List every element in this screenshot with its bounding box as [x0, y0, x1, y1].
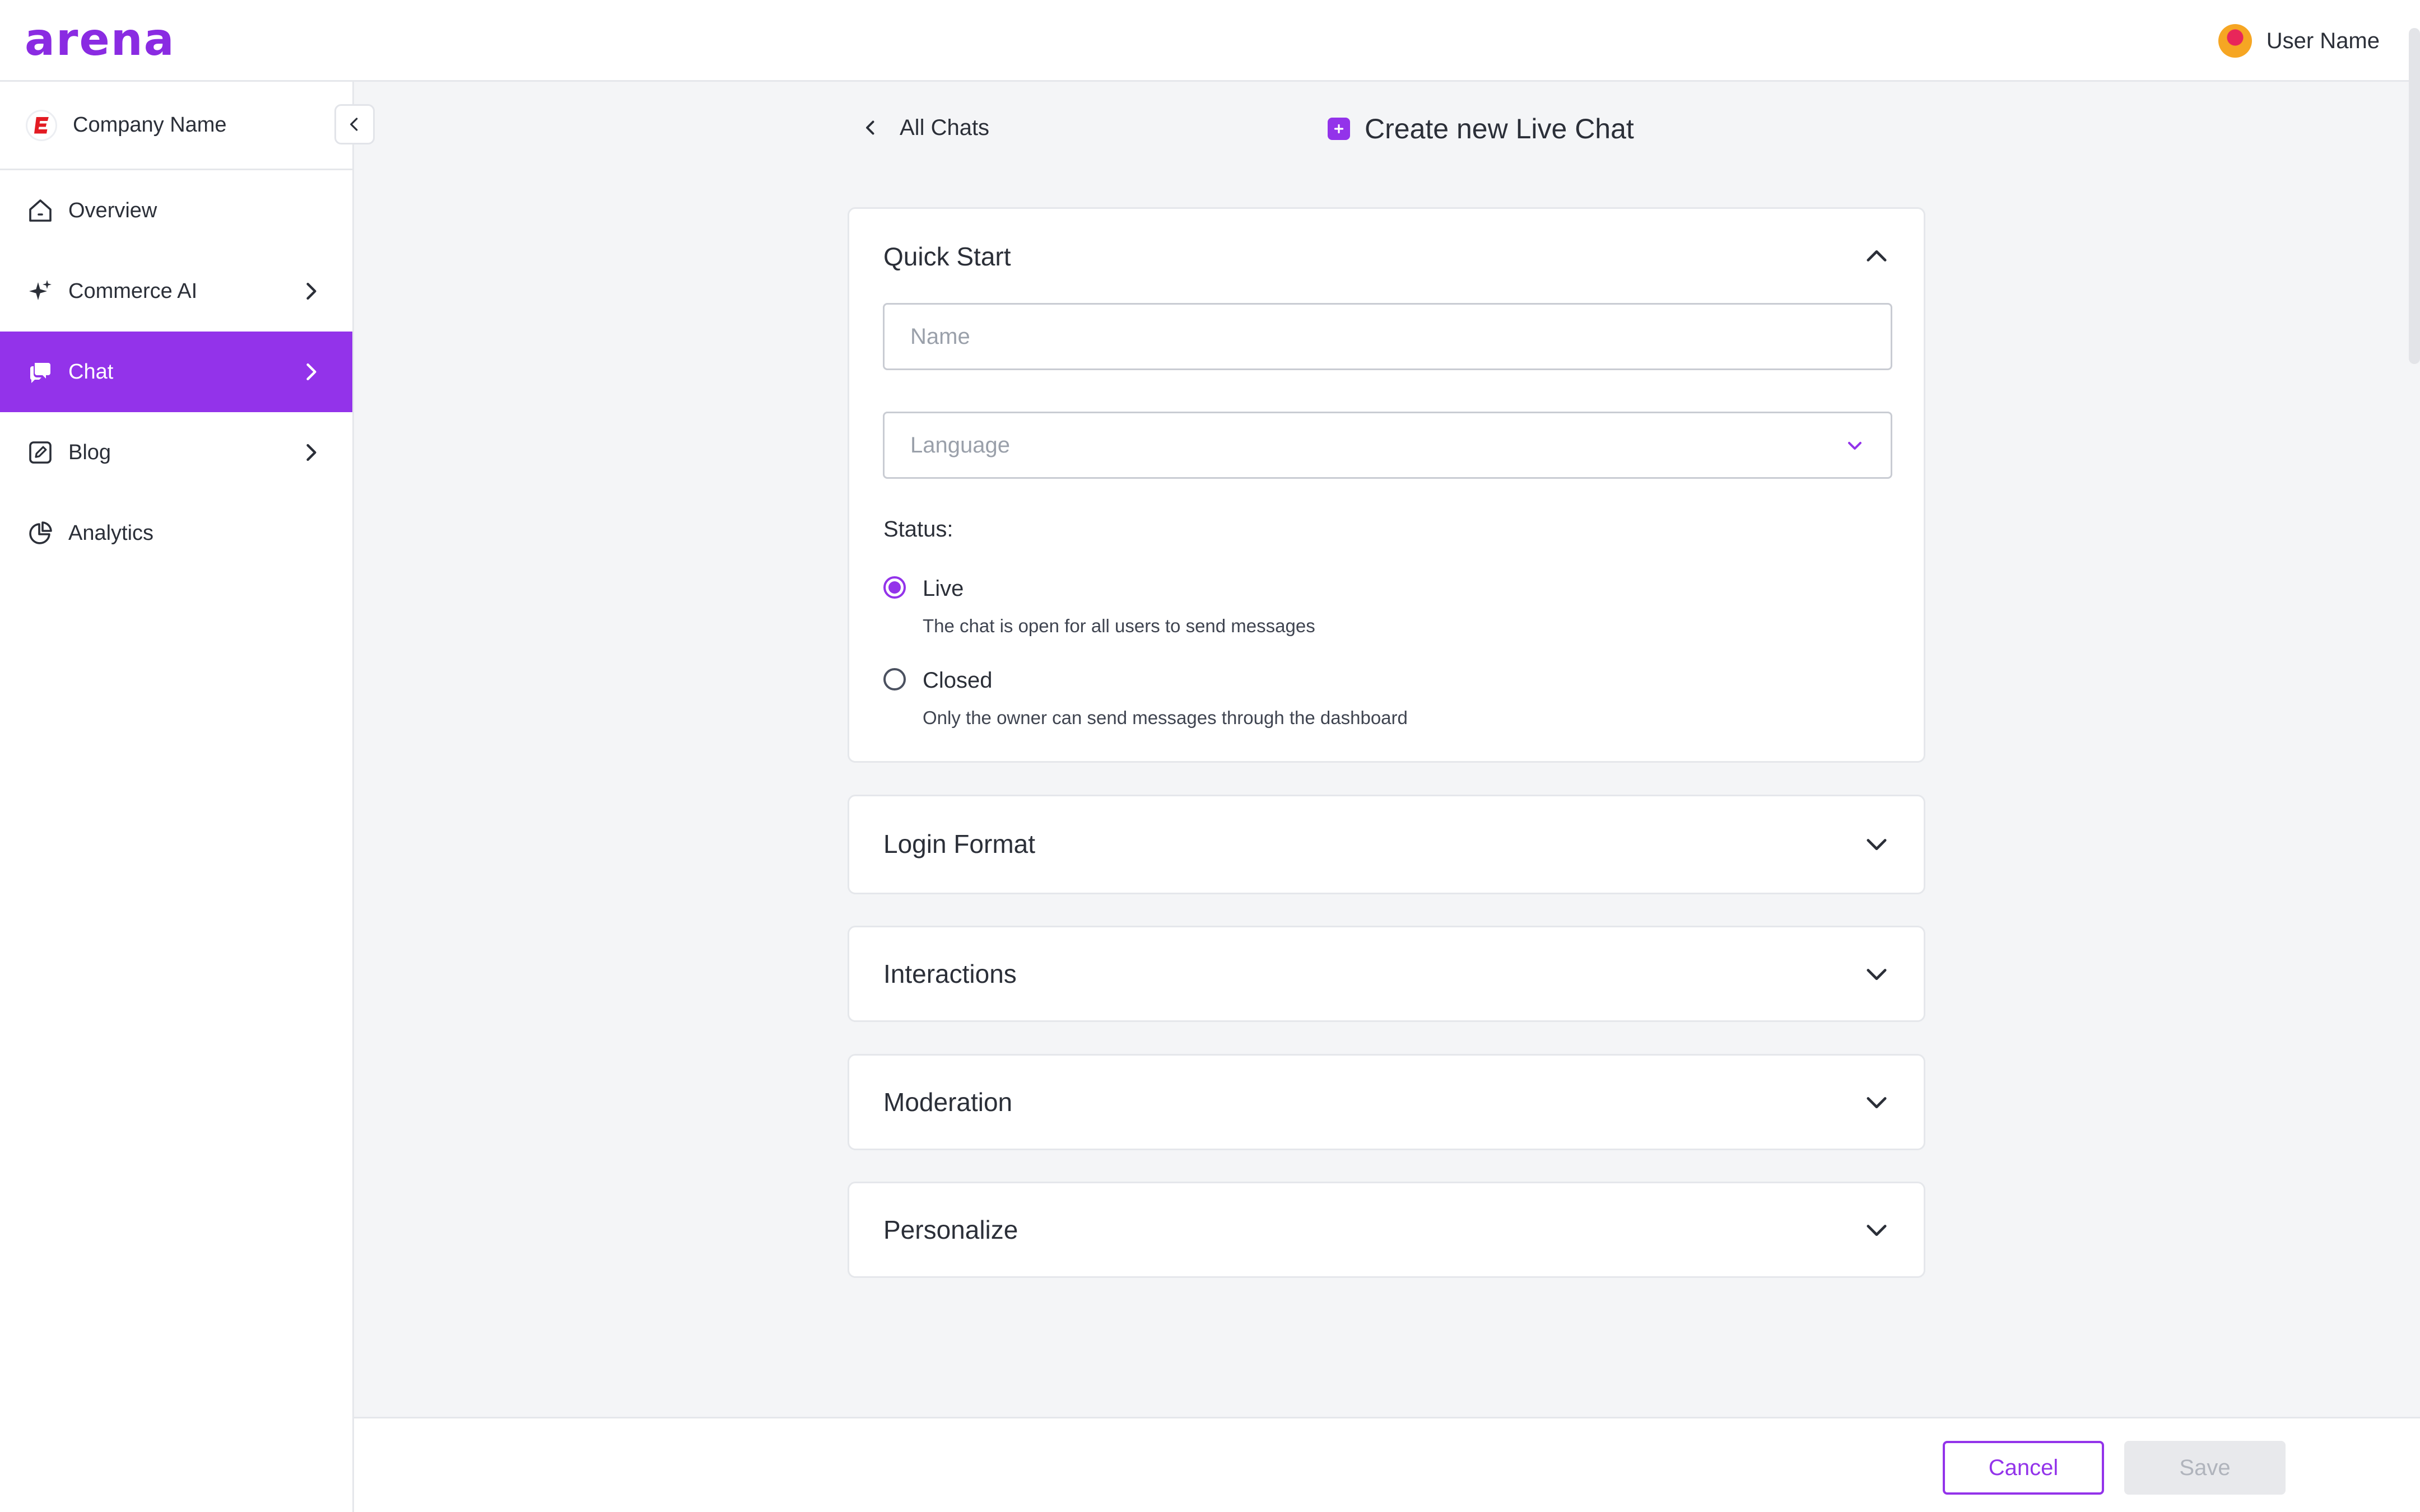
save-button[interactable]: Save	[2124, 1441, 2286, 1495]
page-title: Create new Live Chat	[1365, 113, 1634, 144]
back-to-all-chats-link[interactable]: All Chats	[860, 110, 989, 146]
chevron-right-icon	[306, 363, 317, 381]
sidebar-item-label: Commerce AI	[68, 279, 198, 303]
chevron-right-icon	[306, 282, 317, 300]
sparkle-icon	[26, 277, 55, 306]
option-label: Closed	[923, 668, 993, 693]
interactions-section[interactable]: Interactions	[848, 926, 1925, 1022]
cancel-button[interactable]: Cancel	[1943, 1441, 2104, 1495]
edit-icon	[26, 438, 55, 467]
company-logo-icon	[26, 109, 57, 141]
section-title: Login Format	[883, 829, 1036, 858]
section-title: Interactions	[883, 959, 1017, 988]
sidebar-item-label: Analytics	[68, 521, 154, 545]
collapse-sidebar-button[interactable]	[334, 104, 375, 144]
section-header[interactable]: Login Format	[849, 796, 1924, 892]
chevron-down-icon[interactable]	[1862, 829, 1891, 858]
status-label: Status:	[883, 517, 953, 542]
form-footer: Cancel Save	[354, 1417, 2420, 1512]
section-header[interactable]: Interactions	[849, 927, 1924, 1020]
plus-icon	[1328, 118, 1350, 140]
sidebar-item-blog[interactable]: Blog	[0, 412, 352, 493]
sidebar-item-analytics[interactable]: Analytics	[0, 493, 352, 573]
back-label[interactable]: All Chats	[900, 115, 989, 141]
moderation-section[interactable]: Moderation	[848, 1054, 1925, 1150]
section-header[interactable]: Moderation	[849, 1056, 1924, 1149]
chevron-down-icon[interactable]	[1862, 959, 1891, 988]
quick-start-header[interactable]: Quick Start	[849, 209, 1924, 304]
quick-start-card: Quick Start Language Status: Live The ch…	[848, 207, 1925, 763]
chat-bubbles-icon	[26, 357, 55, 386]
avatar[interactable]	[2218, 24, 2252, 58]
section-title: Personalize	[883, 1215, 1018, 1244]
language-select[interactable]: Language	[883, 412, 1892, 479]
sidebar-item-overview[interactable]: Overview	[0, 170, 352, 251]
chevron-right-icon	[306, 444, 317, 461]
page-title-row: Create new Live Chat	[1328, 109, 1634, 149]
sidebar-item-commerce-ai[interactable]: Commerce AI	[0, 251, 352, 332]
sidebar-item-chat[interactable]: Chat	[0, 332, 352, 412]
user-name[interactable]: User Name	[2267, 29, 2380, 54]
app-logo[interactable]: arena	[25, 15, 175, 65]
pie-chart-icon	[26, 519, 55, 548]
login-format-section[interactable]: Login Format	[848, 795, 1925, 894]
sidebar-item-label: Blog	[68, 440, 111, 464]
option-description: The chat is open for all users to send m…	[923, 615, 1315, 636]
chevron-left-icon	[866, 120, 874, 135]
name-input[interactable]	[883, 303, 1892, 370]
sidebar-item-label: Overview	[68, 198, 157, 222]
sidebar-item-label: Chat	[68, 360, 114, 384]
status-option-live[interactable]: Live The chat is open for all users to s…	[883, 574, 1315, 637]
section-title: Quick Start	[883, 242, 1011, 271]
chevron-left-icon	[350, 118, 358, 131]
section-title: Moderation	[883, 1088, 1013, 1117]
company-selector[interactable]: Company Name	[0, 82, 375, 170]
language-placeholder: Language	[910, 432, 1010, 458]
option-label: Live	[923, 576, 964, 601]
live-radio[interactable]	[883, 576, 906, 599]
chevron-up-icon[interactable]	[1862, 242, 1891, 271]
chevron-down-icon[interactable]	[1862, 1088, 1891, 1117]
user-menu[interactable]: User Name	[2218, 22, 2380, 59]
chevron-down-icon	[1848, 442, 1861, 450]
company-name: Company Name	[73, 113, 227, 137]
closed-radio[interactable]	[883, 668, 906, 690]
page-scrollbar[interactable]	[2409, 28, 2420, 364]
personalize-section[interactable]: Personalize	[848, 1182, 1925, 1278]
top-bar: arena User Name	[0, 0, 2420, 82]
chevron-down-icon[interactable]	[1862, 1215, 1891, 1244]
sidebar: Company Name Overview Commerce AI Chat B…	[0, 82, 375, 1512]
home-icon	[26, 196, 55, 225]
option-description: Only the owner can send messages through…	[923, 707, 1408, 728]
section-header[interactable]: Personalize	[849, 1183, 1924, 1276]
status-option-closed[interactable]: Closed Only the owner can send messages …	[883, 666, 1408, 729]
